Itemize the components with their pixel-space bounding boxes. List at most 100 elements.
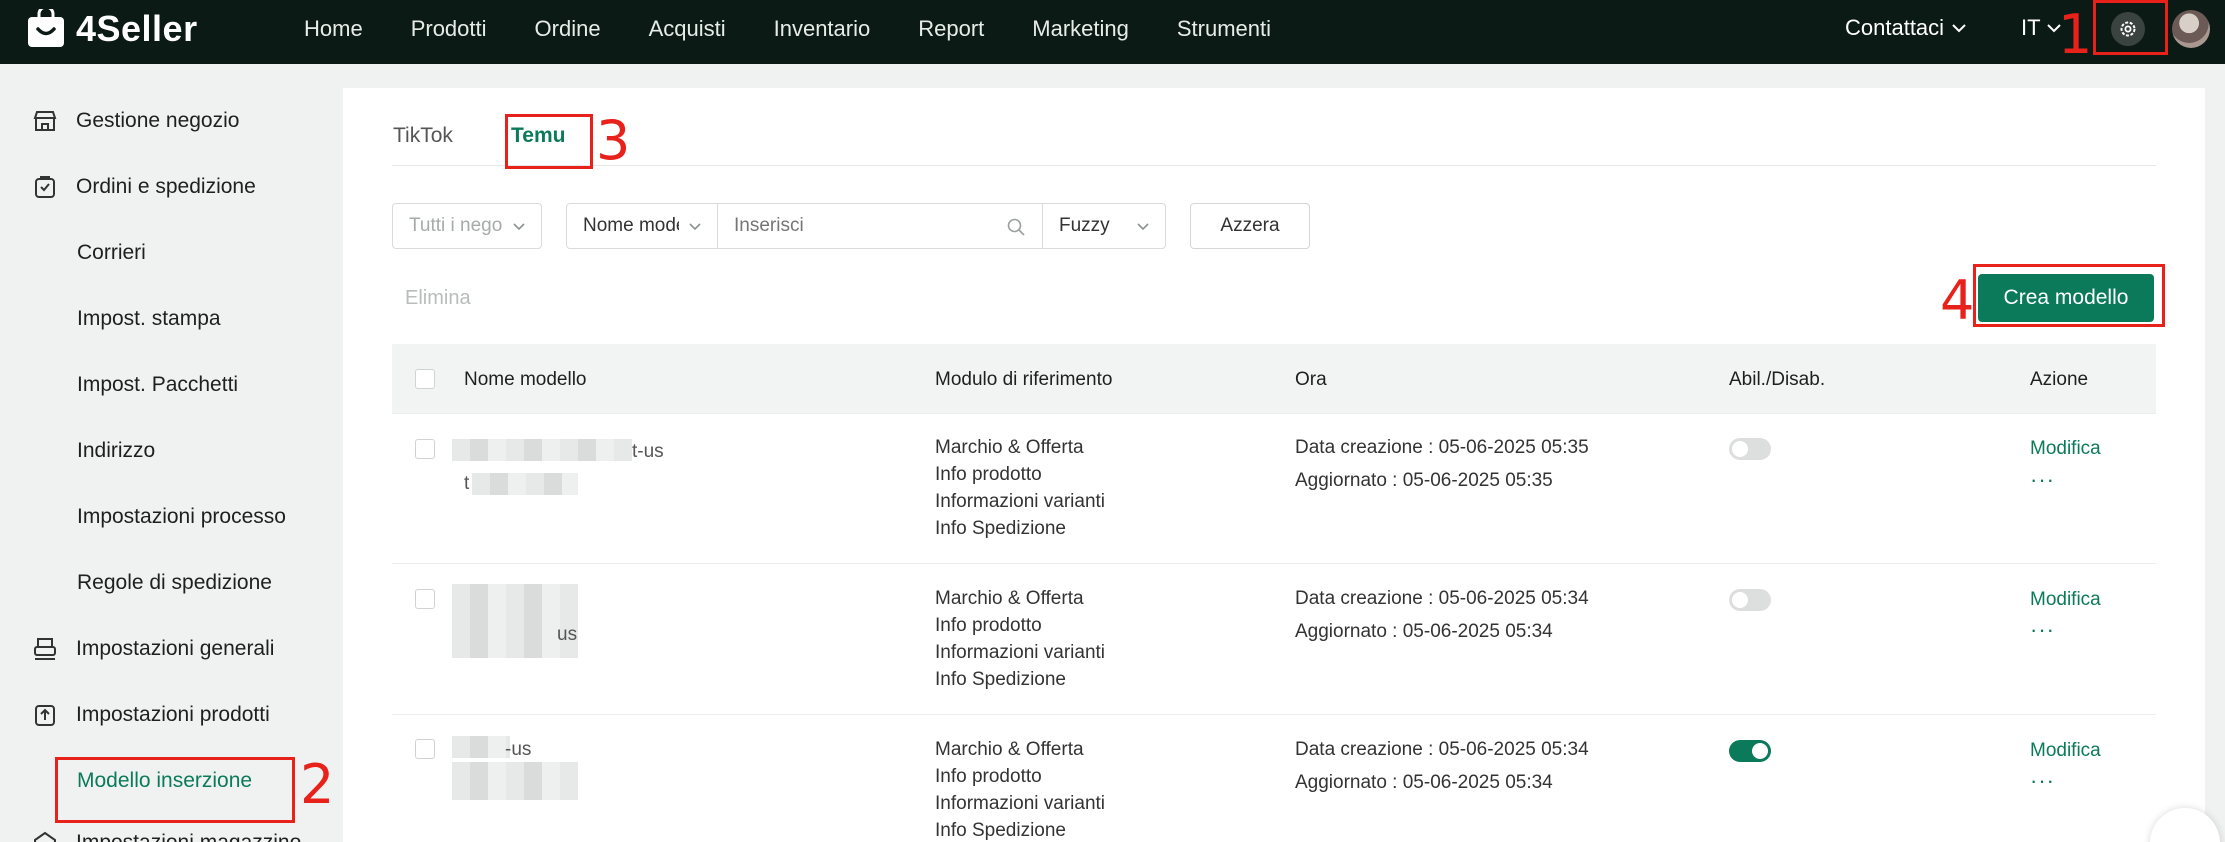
row-divider: [392, 714, 2156, 715]
module-item: Marchio & Offerta: [935, 739, 1084, 760]
brand-name: 4Seller: [76, 8, 198, 49]
blurred-name: [452, 439, 632, 461]
module-item: Informazioni varianti: [935, 642, 1106, 663]
enable-toggle[interactable]: [1729, 740, 1771, 762]
annotation-number: 1: [2058, 3, 2093, 66]
sidebar-item-process-settings[interactable]: Impostazioni processo: [77, 505, 286, 529]
header-reference-module: Modulo di riferimento: [935, 369, 1113, 390]
contact-menu[interactable]: Contattaci: [1845, 15, 1966, 41]
module-item: Marchio & Offerta: [935, 437, 1084, 458]
nav-orders[interactable]: Ordine: [535, 16, 601, 42]
header-template-name: Nome modello: [464, 369, 587, 390]
chevron-down-icon: [513, 223, 525, 231]
match-mode-select[interactable]: Fuzzy: [1042, 203, 1166, 249]
module-item: Info prodotto: [935, 464, 1042, 485]
nav-marketing[interactable]: Marketing: [1032, 16, 1129, 42]
avatar[interactable]: [2172, 10, 2210, 48]
module-item: Info Spedizione: [935, 669, 1066, 690]
created-time: Data creazione : 05-06-2025 05:35: [1295, 437, 1589, 458]
updated-time: Aggiornato : 05-06-2025 05:35: [1295, 470, 1553, 491]
sidebar-item-orders-shipping[interactable]: Ordini e spedizione: [32, 174, 256, 200]
select-all-checkbox[interactable]: [415, 369, 435, 389]
search-field[interactable]: [717, 203, 1043, 249]
blurred-name: [472, 473, 578, 495]
nav-inventory[interactable]: Inventario: [774, 16, 871, 42]
updated-time: Aggiornato : 05-06-2025 05:34: [1295, 621, 1553, 642]
more-actions-icon[interactable]: ···: [2030, 617, 2055, 643]
annotation-box-create: [1973, 264, 2165, 327]
row-checkbox[interactable]: [415, 739, 435, 759]
row-checkbox[interactable]: [415, 589, 435, 609]
search-input[interactable]: [734, 215, 1004, 237]
annotation-box-template: [55, 757, 295, 823]
module-item: Info Spedizione: [935, 820, 1066, 841]
chevron-down-icon: [689, 223, 701, 231]
edit-link[interactable]: Modifica: [2030, 740, 2101, 762]
nav-purchases[interactable]: Acquisti: [649, 16, 726, 42]
upload-box-icon: [35, 705, 55, 726]
sidebar-item-store-management[interactable]: Gestione negozio: [32, 108, 239, 134]
nav-products[interactable]: Prodotti: [411, 16, 487, 42]
field-select[interactable]: Nome modello: [566, 203, 718, 249]
header-time: Ora: [1295, 369, 1327, 390]
printer-icon: [34, 638, 56, 660]
enable-toggle[interactable]: [1729, 438, 1771, 460]
store-select-placeholder: Tutti i negozi: [409, 215, 503, 236]
enable-toggle[interactable]: [1729, 589, 1771, 611]
edit-link[interactable]: Modifica: [2030, 589, 2101, 611]
tabs-divider: [392, 165, 2156, 166]
created-time: Data creazione : 05-06-2025 05:34: [1295, 739, 1589, 760]
blurred-name: [452, 736, 510, 758]
chevron-down-icon: [1137, 223, 1149, 231]
module-item: Marchio & Offerta: [935, 588, 1084, 609]
sidebar-item-product-settings[interactable]: Impostazioni prodotti: [32, 702, 270, 728]
order-icon: [35, 176, 55, 198]
sidebar-item-label: Ordini e spedizione: [76, 175, 256, 198]
chevron-down-icon: [1952, 24, 1966, 33]
sidebar-item-warehouse-settings[interactable]: Impostazioni magazzino: [32, 830, 301, 842]
module-item: Info prodotto: [935, 766, 1042, 787]
annotation-number: 3: [596, 109, 631, 172]
contact-label: Contattaci: [1845, 15, 1945, 40]
row-divider: [392, 563, 2156, 564]
sidebar-item-print-settings[interactable]: Impost. stampa: [77, 307, 221, 331]
more-actions-icon[interactable]: ···: [2030, 768, 2055, 794]
delete-button[interactable]: Elimina: [405, 287, 471, 310]
nav-report[interactable]: Report: [918, 16, 984, 42]
table-header: [392, 344, 2156, 414]
sidebar-item-carriers[interactable]: Corrieri: [77, 241, 146, 265]
blurred-name: [452, 762, 578, 800]
template-name-fragment: -us: [505, 739, 532, 760]
header-action: Azione: [2030, 369, 2089, 390]
sidebar-item-general-settings[interactable]: Impostazioni generali: [32, 636, 274, 662]
sidebar-item-address[interactable]: Indirizzo: [77, 439, 155, 463]
header-enable-disable: Abil./Disab.: [1729, 369, 1826, 390]
updated-time: Aggiornato : 05-06-2025 05:34: [1295, 772, 1553, 793]
nav-home[interactable]: Home: [304, 16, 363, 42]
template-name-fragment: t: [464, 473, 470, 494]
reset-button[interactable]: Azzera: [1190, 203, 1310, 249]
shopping-bag-icon: [26, 5, 66, 49]
blurred-name: [452, 584, 578, 658]
annotation-box-settings: [2093, 0, 2168, 55]
sidebar-item-label: Impostazioni generali: [76, 637, 275, 660]
store-icon: [33, 111, 57, 131]
nav-tools[interactable]: Strumenti: [1177, 16, 1271, 42]
main-panel: [343, 88, 2205, 842]
sidebar-item-shipping-rules[interactable]: Regole di spedizione: [77, 571, 272, 595]
tab-tiktok[interactable]: TikTok: [393, 124, 453, 148]
sidebar-item-label: Gestione negozio: [76, 109, 240, 132]
created-time: Data creazione : 05-06-2025 05:34: [1295, 588, 1589, 609]
search-icon: [1007, 218, 1025, 236]
store-select[interactable]: Tutti i negozi: [392, 203, 542, 249]
sidebar-item-package-settings[interactable]: Impost. Pacchetti: [77, 373, 238, 397]
more-actions-icon[interactable]: ···: [2030, 467, 2055, 493]
language-selector[interactable]: IT: [2021, 15, 2061, 41]
module-item: Informazioni varianti: [935, 491, 1106, 512]
annotation-number: 4: [1940, 269, 1975, 332]
top-navigation-bar: 4Seller Home Prodotti Ordine Acquisti In…: [0, 0, 2225, 64]
edit-link[interactable]: Modifica: [2030, 438, 2101, 460]
field-select-value: Nome modello: [583, 215, 679, 236]
row-checkbox[interactable]: [415, 439, 435, 459]
logo[interactable]: 4Seller: [26, 5, 198, 50]
